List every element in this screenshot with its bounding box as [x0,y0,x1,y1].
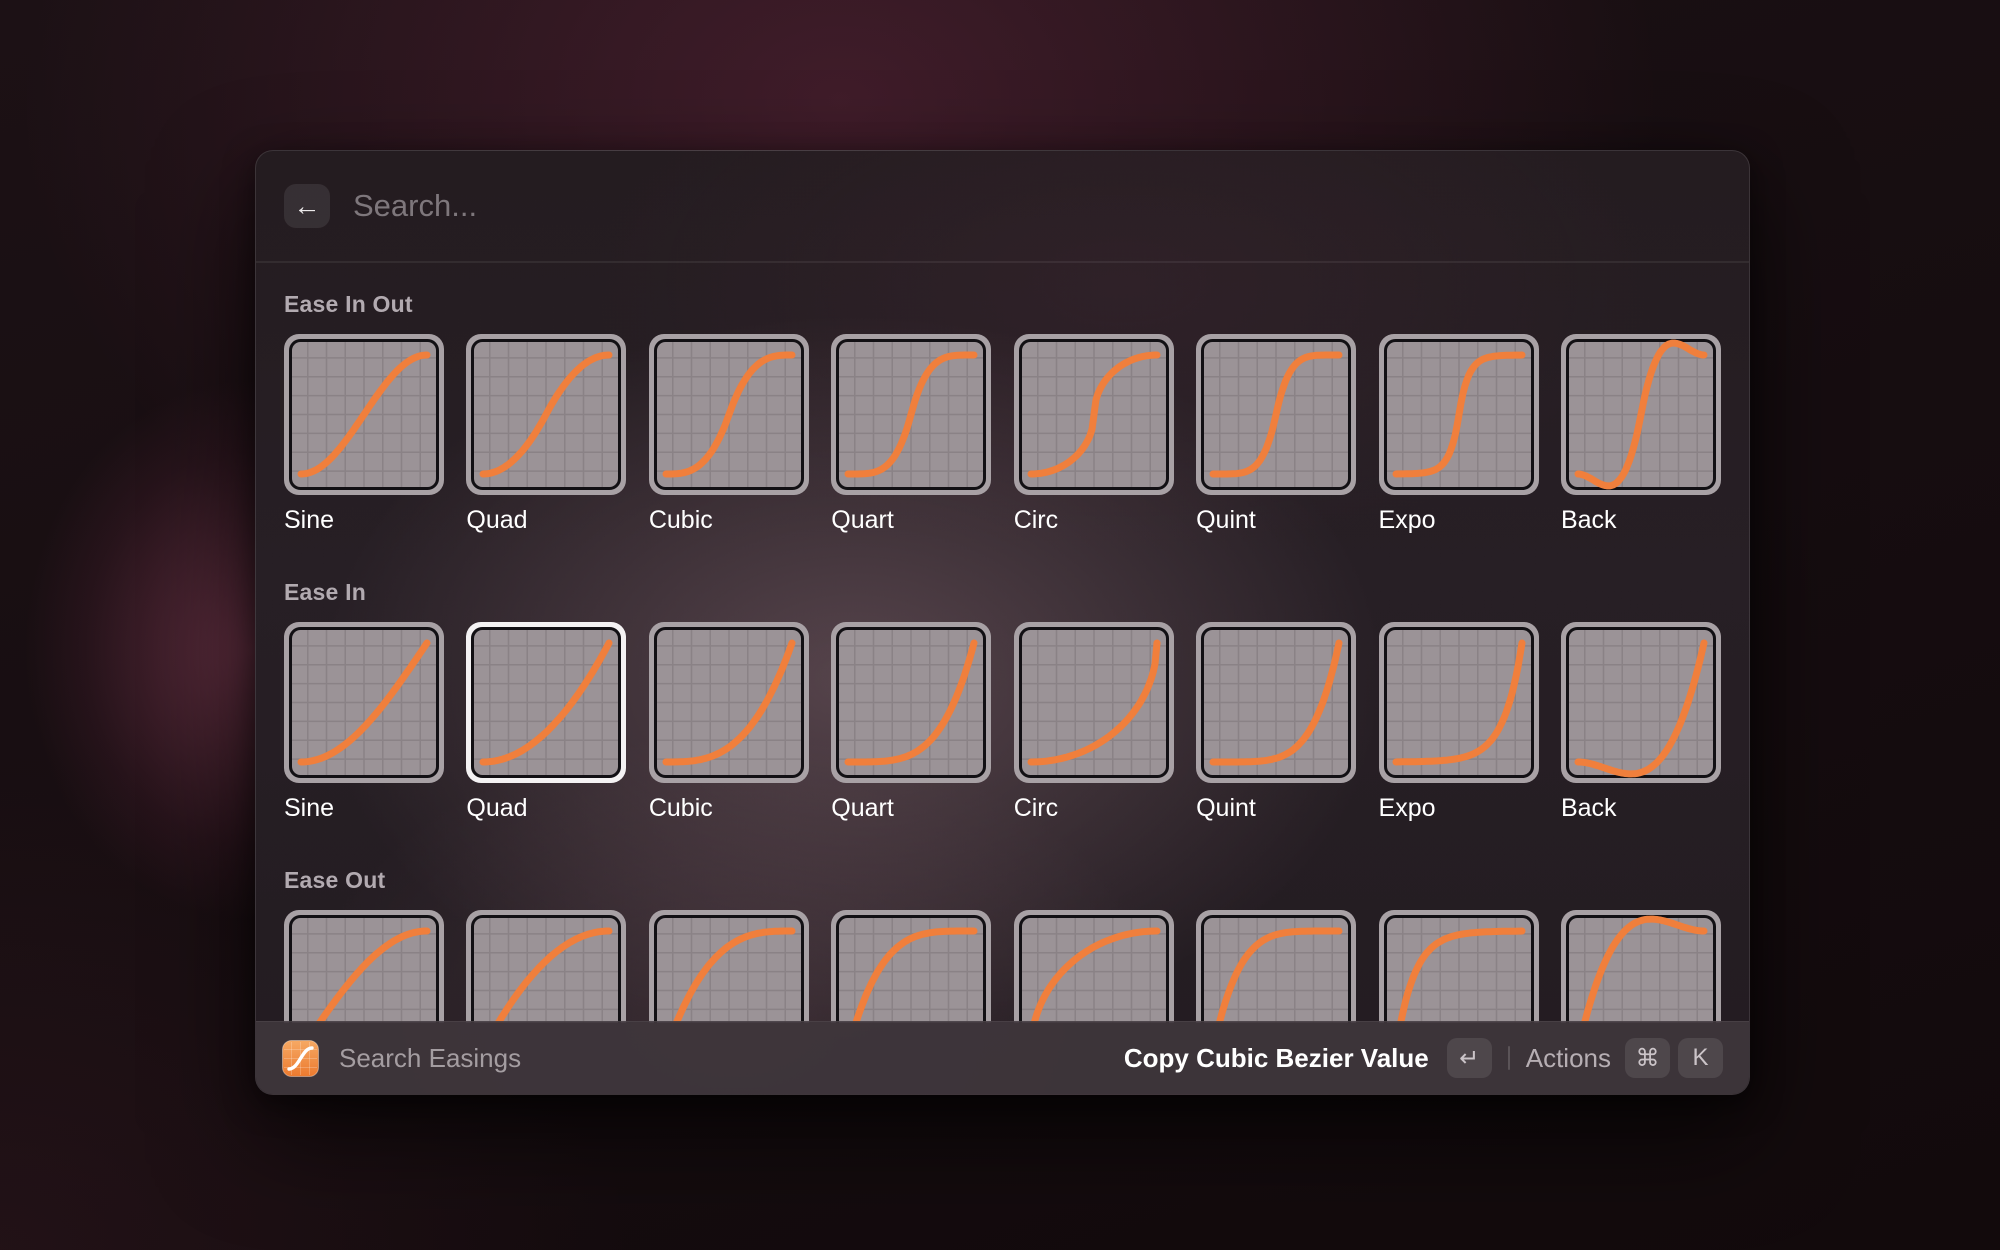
easing-tile-quad-out[interactable] [466,910,626,1023]
easing-tile-label: Circ [1014,505,1174,535]
easing-tile-back-inout[interactable] [1561,334,1721,495]
easing-tile-label: Quart [831,505,991,535]
extension-title: Search Easings [339,1043,521,1074]
action-bar: Search Easings Copy Cubic Bezier Value ↵… [256,1021,1749,1094]
easing-item-circ-inout: Circ [1014,334,1174,535]
easing-item-sine-out: Sine [284,910,444,1023]
easing-item-quint-out: Quint [1196,910,1356,1023]
cmd-key: ⌘ [1625,1038,1670,1078]
easing-curve-icon [282,1040,319,1077]
easing-item-expo-inout: Expo [1379,334,1539,535]
search-input[interactable] [353,188,1721,224]
easing-tile-expo-inout[interactable] [1379,334,1539,495]
desktop-background: ← Ease In OutSineQuadCubicQuartCircQuint… [0,0,2000,1250]
easing-tile-label: Sine [284,505,444,535]
primary-action-button[interactable]: Copy Cubic Bezier Value ↵ [1124,1038,1492,1078]
enter-key: ↵ [1447,1038,1492,1078]
easing-tile-quart-out[interactable] [831,910,991,1023]
easing-tile-label: Expo [1379,793,1539,823]
easing-tile-quint-inout[interactable] [1196,334,1356,495]
primary-action-label: Copy Cubic Bezier Value [1124,1043,1429,1074]
easing-item-quad-inout: Quad [466,334,626,535]
section-header: Ease In [284,578,1721,606]
easing-tile-quart-in[interactable] [831,622,991,783]
section-ease-in: Ease In Sine Quad Cubic Quart Circ Quint Expo Ba… [284,578,1721,823]
easing-item-back-in: Back [1561,622,1721,823]
easing-item-circ-in: Circ [1014,622,1174,823]
easing-tile-expo-out[interactable] [1379,910,1539,1023]
easing-tile-label: Quart [831,793,991,823]
easing-tile-expo-in[interactable] [1379,622,1539,783]
easing-tile-quint-out[interactable] [1196,910,1356,1023]
search-bar: ← [256,151,1749,261]
easing-item-back-inout: Back [1561,334,1721,535]
easing-item-expo-in: Expo [1379,622,1539,823]
easing-item-expo-out: Expo [1379,910,1539,1023]
easing-tile-label: Expo [1379,505,1539,535]
easing-tile-label: Quad [466,505,626,535]
easing-tile-sine-in[interactable] [284,622,444,783]
raycast-window: ← Ease In OutSineQuadCubicQuartCircQuint… [255,150,1750,1095]
section-ease-out: Ease Out SineQuadCubicQuartCircQuintExpoB… [284,866,1721,1023]
easing-tile-cubic-out[interactable] [649,910,809,1023]
easing-tile-back-out[interactable] [1561,910,1721,1023]
tile-row: Sine Quad Cubic Quart Circ Quint Expo Back [284,334,1721,535]
section-ease-in-out: Ease In Out Sine Quad Cubic Quart Circ Quint Ex… [284,290,1721,535]
section-header: Ease In Out [284,290,1721,318]
easing-item-circ-out: Circ [1014,910,1174,1023]
easing-item-cubic-inout: Cubic [649,334,809,535]
actions-label: Actions [1526,1043,1611,1074]
easing-item-quad-in: Quad [466,622,626,823]
action-bar-left: Search Easings [282,1040,521,1077]
easing-tile-label: Quint [1196,505,1356,535]
easing-item-quint-inout: Quint [1196,334,1356,535]
easing-item-cubic-out: Cubic [649,910,809,1023]
easing-tile-label: Circ [1014,793,1174,823]
easing-tile-label: Back [1561,793,1721,823]
easing-item-cubic-in: Cubic [649,622,809,823]
easing-tile-label: Cubic [649,505,809,535]
easing-tile-label: Quad [466,793,626,823]
tile-row: Sine Quad Cubic Quart Circ Quint Expo Back [284,622,1721,823]
easing-item-quart-in: Quart [831,622,991,823]
easing-tile-quint-in[interactable] [1196,622,1356,783]
easing-tile-circ-in[interactable] [1014,622,1174,783]
easing-tile-sine-out[interactable] [284,910,444,1023]
easing-item-sine-in: Sine [284,622,444,823]
easing-tile-quad-inout[interactable] [466,334,626,495]
tile-row: SineQuadCubicQuartCircQuintExpoBack [284,910,1721,1023]
actions-menu-button[interactable]: Actions ⌘ K [1526,1038,1723,1078]
easing-tile-label: Cubic [649,793,809,823]
easing-item-quart-out: Quart [831,910,991,1023]
back-arrow-icon: ← [294,193,321,220]
back-button[interactable]: ← [284,184,330,228]
action-bar-right: Copy Cubic Bezier Value ↵ Actions ⌘ K [1124,1038,1723,1078]
easing-item-quad-out: Quad [466,910,626,1023]
easing-tile-label: Sine [284,793,444,823]
easing-item-quart-inout: Quart [831,334,991,535]
k-key: K [1678,1038,1723,1078]
easing-tile-back-in[interactable] [1561,622,1721,783]
easing-tile-cubic-inout[interactable] [649,334,809,495]
easing-tile-quart-inout[interactable] [831,334,991,495]
easing-item-sine-inout: Sine [284,334,444,535]
easing-tile-circ-inout[interactable] [1014,334,1174,495]
easing-tile-circ-out[interactable] [1014,910,1174,1023]
easing-tile-quad-in[interactable] [466,622,626,783]
easing-item-back-out: Back [1561,910,1721,1023]
action-bar-separator [1508,1046,1510,1070]
easings-grid: Ease In OutSineQuadCubicQuartCircQuintEx… [256,263,1749,1023]
easing-tile-label: Back [1561,505,1721,535]
easing-tile-sine-inout[interactable] [284,334,444,495]
section-header: Ease Out [284,866,1721,894]
easing-tile-label: Quint [1196,793,1356,823]
easing-item-quint-in: Quint [1196,622,1356,823]
easing-tile-cubic-in[interactable] [649,622,809,783]
